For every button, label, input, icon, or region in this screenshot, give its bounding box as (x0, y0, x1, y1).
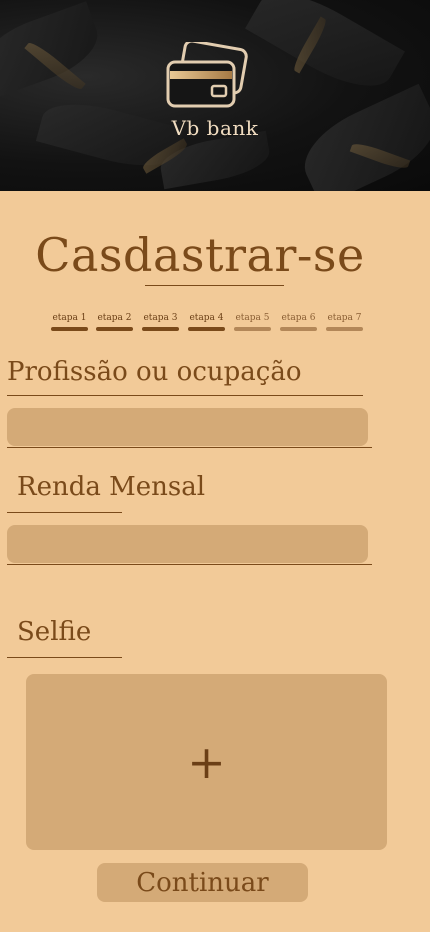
plus-icon: + (187, 735, 226, 789)
step-label: etapa 7 (327, 313, 362, 323)
step-4: etapa 4 (188, 312, 225, 331)
profession-input-underline (7, 447, 372, 448)
step-bar (280, 327, 317, 331)
income-input[interactable] (7, 525, 368, 563)
step-bar (142, 327, 179, 331)
step-bar (234, 327, 271, 331)
step-label: etapa 2 (97, 313, 132, 323)
step-2: etapa 2 (96, 312, 133, 331)
brand-name: Vb bank (171, 116, 259, 140)
profession-input[interactable] (7, 408, 368, 446)
step-1: etapa 1 (51, 312, 88, 331)
step-7: etapa 7 (326, 312, 363, 331)
selfie-label: Selfie (17, 617, 92, 647)
step-label: etapa 4 (189, 313, 224, 323)
step-bar (51, 327, 88, 331)
selfie-label-underline (7, 657, 122, 658)
page-title: Casdastrar-se (35, 228, 365, 282)
profession-label: Profissão ou ocupação (7, 357, 302, 387)
step-progress: etapa 1 etapa 2 etapa 3 etapa 4 etapa 5 … (49, 312, 369, 336)
step-label: etapa 5 (235, 313, 270, 323)
step-label: etapa 6 (281, 313, 316, 323)
income-label: Renda Mensal (17, 472, 206, 502)
selfie-upload-box[interactable]: + (26, 674, 387, 850)
income-input-underline (7, 564, 372, 565)
step-bar (326, 327, 363, 331)
step-5: etapa 5 (234, 312, 271, 331)
header-banner: Vb bank (0, 0, 430, 191)
income-label-underline (7, 512, 122, 513)
continue-button[interactable]: Continuar (97, 863, 308, 902)
credit-card-icon (166, 39, 250, 112)
step-6: etapa 6 (280, 312, 317, 331)
step-3: etapa 3 (142, 312, 179, 331)
title-underline (145, 285, 284, 286)
step-label: etapa 3 (143, 313, 178, 323)
step-bar (188, 327, 225, 331)
step-label: etapa 1 (52, 313, 87, 323)
profession-label-underline (7, 395, 363, 396)
step-bar (96, 327, 133, 331)
